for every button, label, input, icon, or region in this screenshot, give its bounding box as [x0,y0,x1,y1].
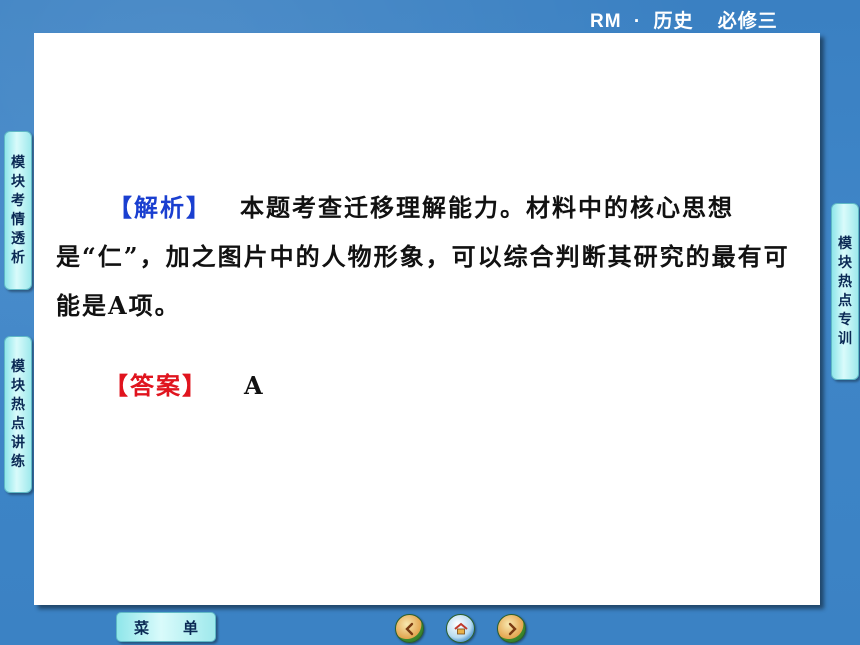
prev-button[interactable] [395,614,424,643]
tab-char: 块 [838,254,852,271]
tab-char: 专 [838,311,852,328]
tab-char: 析 [11,249,25,266]
tab-char: 训 [838,330,852,347]
tab-char: 讲 [11,434,25,451]
prev-icon [404,622,413,635]
header-subject: 历史 [653,11,694,32]
tab-char: 透 [11,230,25,247]
tab-char: 块 [11,173,25,190]
next-icon [508,622,517,635]
menu-char: 单 [182,618,198,637]
tab-module-exam-analysis[interactable]: 模 块 考 情 透 析 [4,131,32,290]
tab-char: 情 [11,211,25,228]
tab-char: 热 [11,396,25,413]
tab-module-hotspot-training[interactable]: 模 块 热 点 专 训 [831,203,859,380]
tab-char: 块 [11,377,25,394]
analysis-tag: 【解析】 [108,193,212,222]
tab-char: 点 [11,415,25,432]
header-separator: · [633,11,642,32]
home-button[interactable] [446,614,475,643]
menu-button[interactable]: 菜 单 [116,612,216,642]
menu-char: 菜 [133,618,149,637]
tab-char: 练 [11,453,25,470]
tab-char: 模 [838,235,852,252]
answer-line: 【答案】 A [104,366,265,401]
answer-tag: 【答案】 [104,371,208,400]
tab-char: 模 [11,154,25,171]
tab-char: 考 [11,192,25,209]
header-volume: 必修三 [717,11,778,32]
analysis-paragraph: 【解析】 本题考查迁移理解能力。材料中的核心思想是“仁”，加之图片中的人物形象，可… [56,183,808,330]
tab-module-hotspot-lecture[interactable]: 模 块 热 点 讲 练 [4,336,32,493]
tab-char: 点 [838,292,852,309]
home-icon [453,622,468,634]
tab-char: 模 [11,358,25,375]
tab-char: 热 [838,273,852,290]
page-header: RM · 历史 必修三 [590,6,778,33]
answer-value: A [244,371,265,400]
next-button[interactable] [497,614,526,643]
header-brand: RM [590,11,622,32]
